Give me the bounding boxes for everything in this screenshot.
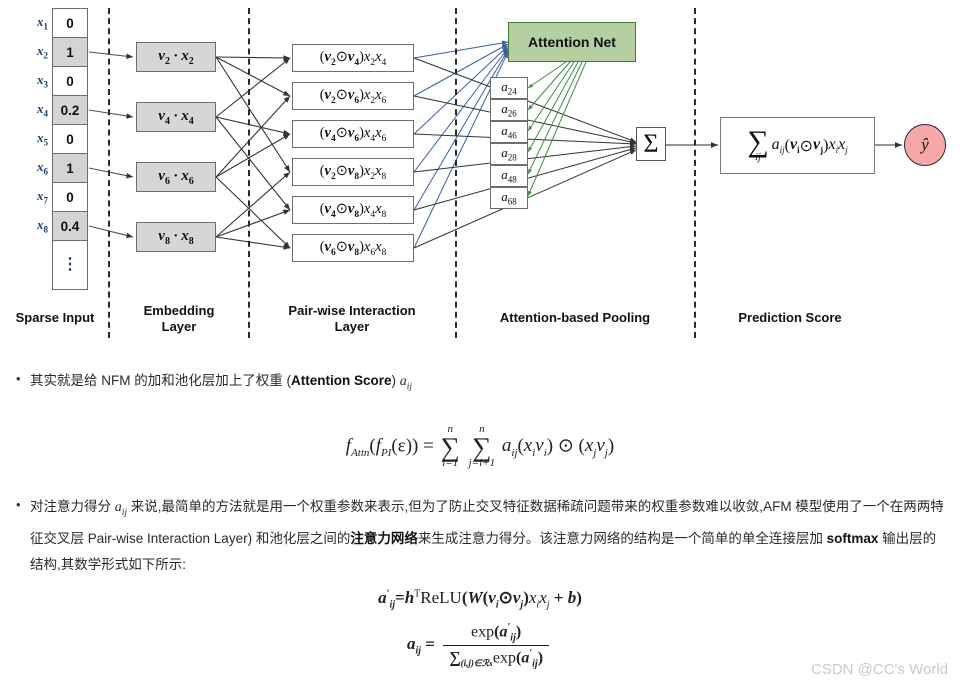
- pairwise-box-68: (v6⊙v8)x6x8: [292, 234, 414, 262]
- attention-network-bold: 注意力网络: [350, 530, 418, 546]
- sparse-cell-ellipsis: ⋮: [53, 241, 87, 289]
- sparse-cell: 0: [53, 183, 87, 212]
- afm-architecture-diagram: 0 1 0 0.2 0 1 0 0.4 ⋮ x1 x2 x3 x4 x5 x6 …: [0, 0, 960, 350]
- vertical-ellipsis: ⋮: [62, 256, 78, 273]
- attention-weight-a68: a68: [490, 187, 528, 209]
- pairwise-box-24: (v2⊙v4)x2x4: [292, 44, 414, 72]
- summation-j: n ∑ j=i+1: [468, 423, 496, 470]
- bullet-marker: •: [16, 371, 21, 386]
- bullet-2-text: 对注意力得分 aij 来说,最简单的方法就是用一个权重参数来表示,但为了防止交叉…: [30, 499, 944, 572]
- prediction-sum-symbol: ∑ ij: [747, 124, 769, 163]
- math-var-aij: aij: [399, 374, 413, 392]
- equation-attention-score: a′ij=hTReLU(W(vi⊙vj)xixj + b): [378, 588, 582, 611]
- sparse-input-column: 0 1 0 0.2 0 1 0 0.4 ⋮: [52, 8, 88, 290]
- embedding-box-v8: v8 · x8: [136, 222, 216, 252]
- sparse-cell: 0: [53, 9, 87, 38]
- stage-label-pairwise-layer: Pair-wise Interaction Layer: [288, 303, 416, 335]
- bullet-1-text: 其实就是给 NFM 的加和池化层加上了权重 (Attention Score) …: [30, 373, 413, 392]
- sparse-cell: 1: [53, 38, 87, 67]
- csdn-watermark: CSDN @CC's World: [811, 661, 948, 678]
- summation-i: n ∑ i=1: [440, 423, 460, 470]
- sparse-cell: 0: [53, 125, 87, 154]
- embedding-box-v6: v6 · x6: [136, 162, 216, 192]
- output-yhat-node: ŷ: [904, 124, 946, 166]
- sparse-label-x7: x7: [37, 188, 48, 206]
- sparse-label-x1: x1: [37, 14, 48, 32]
- divider-pairwise-pooling: [455, 8, 457, 338]
- attention-weight-a26: a26: [490, 99, 528, 121]
- attention-score-bold: Attention Score: [291, 373, 392, 388]
- fraction-numerator: exp(a′ij): [471, 622, 522, 644]
- divider-embedding-pairwise: [248, 8, 250, 338]
- stage-label-sparse-input: Sparse Input: [15, 310, 95, 325]
- attention-net-box: Attention Net: [508, 22, 636, 62]
- attention-net-label: Attention Net: [528, 34, 616, 50]
- bullet-item-2: • 对注意力得分 aij 来说,最简单的方法就是用一个权重参数来表示,但为了防止…: [16, 494, 946, 578]
- pairwise-box-28: (v2⊙v8)x2x8: [292, 158, 414, 186]
- embedding-box-v4: v4 · x4: [136, 102, 216, 132]
- sparse-label-x8: x8: [37, 217, 48, 235]
- embedding-box-v2: v2 · x2: [136, 42, 216, 72]
- divider-pooling-prediction: [694, 8, 696, 338]
- stage-label-embedding-layer: Embedding Layer: [143, 303, 215, 335]
- equation-f-attn: fAttn(fPI(ε)) = n ∑ i=1 n ∑ j=i+1 aij(xivi) …: [345, 423, 615, 470]
- pairwise-box-46: (v4⊙v6)x4x6: [292, 120, 414, 148]
- attention-weight-a48: a48: [490, 165, 528, 187]
- bullet-marker: •: [16, 497, 21, 512]
- sparse-cell: 1: [53, 154, 87, 183]
- pairwise-box-48: (v4⊙v8)x4x8: [292, 196, 414, 224]
- sparse-label-x6: x6: [37, 159, 48, 177]
- prediction-formula: ∑ ij aij(vi ⊙ vj) xixj: [747, 124, 848, 163]
- fraction-denominator: ∑(i,j)∈ℛxexp(a′ij): [443, 644, 550, 669]
- stage-label-attention-pooling: Attention-based Pooling: [499, 310, 651, 325]
- sparse-label-x5: x5: [37, 130, 48, 148]
- sparse-cell: 0: [53, 67, 87, 96]
- sparse-label-x4: x4: [37, 101, 48, 119]
- math-var-aij-2: aij: [114, 500, 128, 518]
- divider-sparse-embedding: [108, 8, 110, 338]
- sparse-label-x3: x3: [37, 72, 48, 90]
- attention-weight-a46: a46: [490, 121, 528, 143]
- sigma-symbol: Σ: [643, 129, 659, 158]
- output-label: ŷ: [921, 135, 929, 154]
- softmax-fraction: exp(a′ij) ∑(i,j)∈ℛxexp(a′ij): [443, 622, 550, 669]
- sum-pooling-box: Σ: [636, 127, 666, 161]
- stage-label-prediction-score: Prediction Score: [738, 310, 842, 325]
- sparse-cell: 0.2: [53, 96, 87, 125]
- sparse-label-x2: x2: [37, 43, 48, 61]
- prediction-score-box: ∑ ij aij(vi ⊙ vj) xixj: [720, 117, 875, 174]
- sparse-cell: 0.4: [53, 212, 87, 241]
- softmax-bold: softmax: [826, 530, 879, 546]
- attention-weight-a28: a28: [490, 143, 528, 165]
- pairwise-box-26: (v2⊙v6)x2x6: [292, 82, 414, 110]
- bullet-item-1: • 其实就是给 NFM 的加和池化层加上了权重 (Attention Score…: [16, 368, 936, 400]
- attention-weight-a24: a24: [490, 77, 528, 99]
